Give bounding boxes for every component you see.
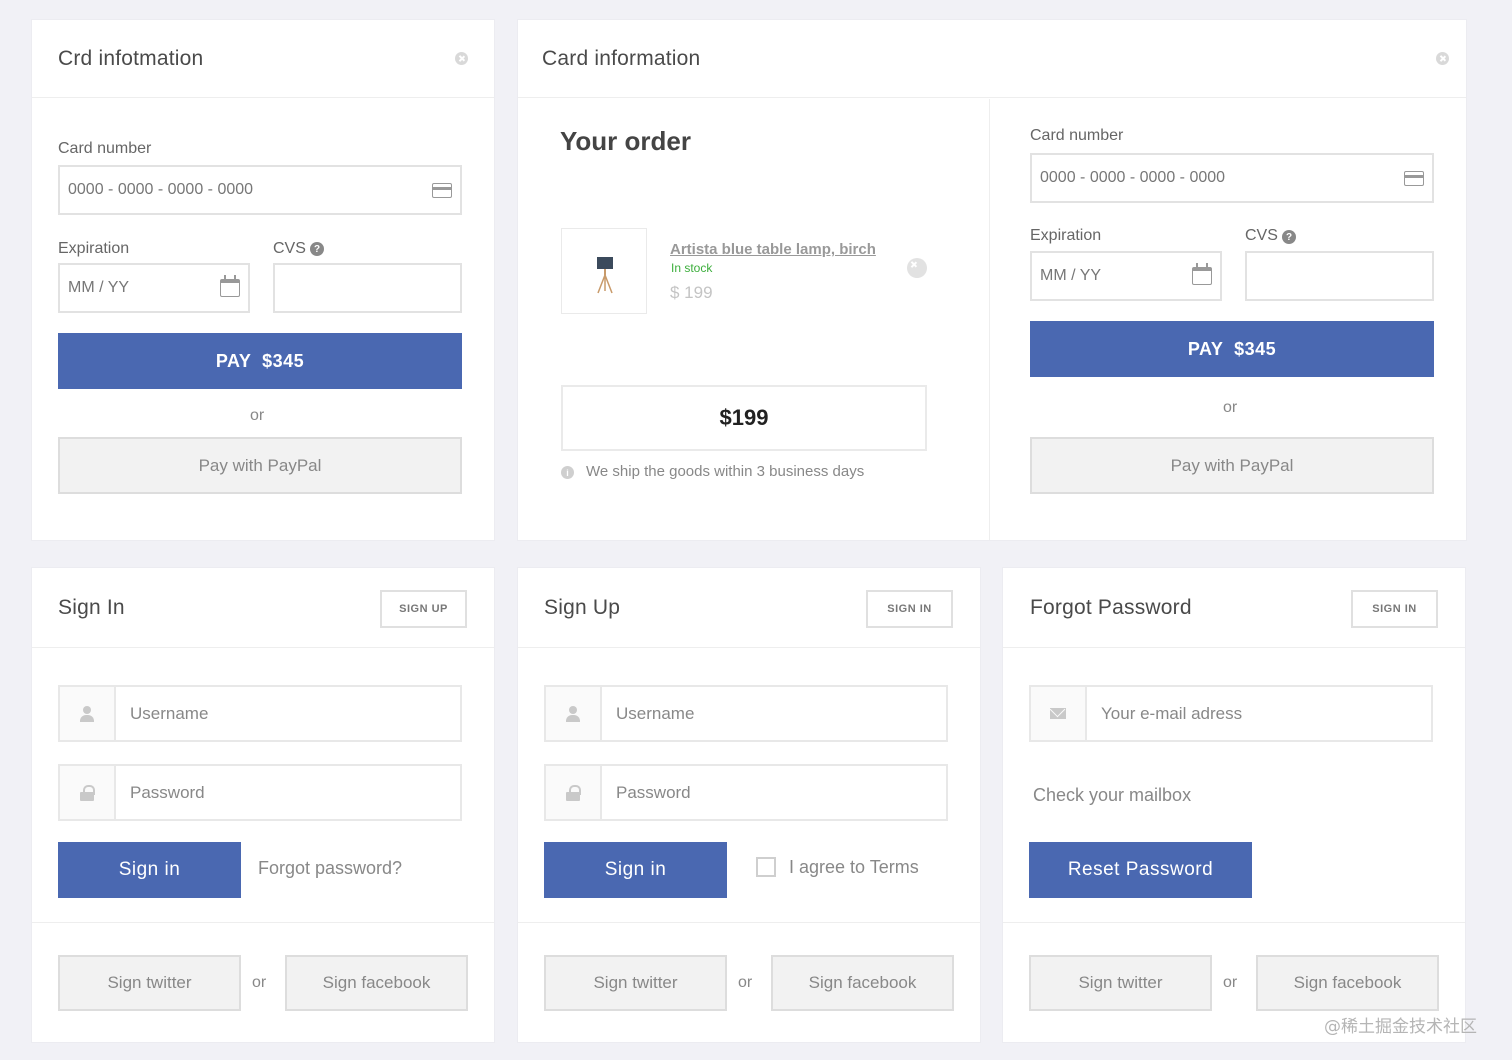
info-icon: i: [561, 466, 574, 479]
calendar-icon[interactable]: [1192, 263, 1212, 285]
pay-button[interactable]: PAY $345: [58, 333, 462, 389]
or-separator: or: [738, 974, 753, 991]
facebook-button[interactable]: Sign facebook: [771, 955, 954, 1011]
icon-cell: [60, 766, 116, 819]
facebook-button[interactable]: Sign facebook: [285, 955, 468, 1011]
cvs-input[interactable]: [273, 263, 462, 313]
or-separator: or: [252, 974, 267, 991]
card-number-placeholder: 0000 - 0000 - 0000 - 0000: [1040, 169, 1226, 186]
mail-icon: [1050, 708, 1066, 719]
sign-in-button[interactable]: Sign in: [544, 842, 727, 898]
product-name-link[interactable]: Artista blue table lamp, birch: [670, 241, 876, 258]
terms-label: I agree to Terms: [789, 857, 919, 877]
expiration-input[interactable]: MM / YY: [58, 263, 250, 313]
icon-cell: [1031, 687, 1087, 740]
panel-title: Sign In: [58, 595, 125, 619]
expiration-input[interactable]: MM / YY: [1030, 251, 1222, 301]
divider: [518, 922, 980, 923]
lock-icon: [80, 784, 95, 801]
card-info-panel-large: Card information Your order Artista blue…: [518, 20, 1466, 540]
credit-card-icon: [1404, 170, 1424, 186]
help-icon[interactable]: ?: [1282, 230, 1296, 244]
twitter-button[interactable]: Sign twitter: [544, 955, 727, 1011]
help-icon[interactable]: ?: [310, 242, 324, 256]
terms-checkbox[interactable]: [756, 857, 776, 877]
product-price: $ 199: [670, 283, 713, 302]
panel-header: Card information: [518, 20, 1466, 98]
panel-title: Forgot Password: [1030, 595, 1192, 619]
expiration-label: Expiration: [58, 240, 130, 257]
password-placeholder: Password: [616, 782, 691, 802]
order-total: $199: [719, 405, 769, 430]
lamp-icon: [597, 257, 613, 294]
lock-icon: [566, 784, 581, 801]
vertical-divider: [989, 99, 990, 540]
password-field[interactable]: Password: [58, 764, 462, 821]
pay-button[interactable]: PAY $345: [1030, 321, 1434, 377]
icon-cell: [60, 687, 116, 740]
panel-header: Crd infotmation: [32, 20, 494, 98]
remove-item-icon[interactable]: [907, 258, 927, 278]
card-number-placeholder: 0000 - 0000 - 0000 - 0000: [68, 181, 254, 198]
divider: [32, 922, 494, 923]
paypal-button[interactable]: Pay with PayPal: [58, 437, 462, 494]
username-placeholder: Username: [130, 703, 209, 723]
panel-title: Crd infotmation: [58, 46, 204, 70]
paypal-button[interactable]: Pay with PayPal: [1030, 437, 1434, 494]
icon-cell: [546, 687, 602, 740]
order-total-box: $199: [561, 385, 927, 451]
forgot-password-panel: Forgot Password SIGN IN Your e-mail adre…: [1003, 568, 1465, 1042]
watermark: @稀土掘金技术社区: [1324, 1017, 1477, 1037]
cvs-label: CVS: [1245, 227, 1278, 244]
shipping-note: We ship the goods within 3 business days: [586, 463, 865, 480]
panel-title: Sign Up: [544, 595, 621, 619]
card-number-label: Card number: [58, 140, 152, 157]
username-field[interactable]: Username: [58, 685, 462, 742]
cvs-input[interactable]: [1245, 251, 1434, 301]
card-number-input[interactable]: 0000 - 0000 - 0000 - 0000: [58, 165, 462, 215]
or-separator: or: [250, 407, 265, 424]
sign-in-switch-button[interactable]: SIGN IN: [1351, 590, 1438, 628]
reset-password-button[interactable]: Reset Password: [1029, 842, 1252, 898]
calendar-icon[interactable]: [220, 275, 240, 297]
product-thumbnail: [561, 228, 647, 314]
sign-up-switch-button[interactable]: SIGN UP: [380, 590, 467, 628]
divider: [1003, 922, 1465, 923]
password-field[interactable]: Password: [544, 764, 948, 821]
panel-title: Card information: [542, 46, 701, 70]
user-icon: [566, 705, 580, 722]
card-info-panel-small: Crd infotmation Card number 0000 - 0000 …: [32, 20, 494, 540]
facebook-button[interactable]: Sign facebook: [1256, 955, 1439, 1011]
user-icon: [80, 705, 94, 722]
expiration-placeholder: MM / YY: [68, 279, 130, 296]
sign-in-button[interactable]: Sign in: [58, 842, 241, 898]
or-separator: or: [1223, 399, 1238, 416]
card-number-input[interactable]: 0000 - 0000 - 0000 - 0000: [1030, 153, 1434, 203]
email-placeholder: Your e-mail adress: [1101, 703, 1243, 723]
check-mailbox-text: Check your mailbox: [1033, 785, 1192, 805]
expiration-label: Expiration: [1030, 227, 1102, 244]
stock-status: In stock: [671, 261, 713, 275]
or-separator: or: [1223, 974, 1238, 991]
forgot-password-link[interactable]: Forgot password?: [258, 858, 402, 879]
username-placeholder: Username: [616, 703, 695, 723]
cvs-label: CVS: [273, 240, 306, 257]
email-field[interactable]: Your e-mail adress: [1029, 685, 1433, 742]
username-field[interactable]: Username: [544, 685, 948, 742]
expiration-placeholder: MM / YY: [1040, 267, 1102, 284]
close-icon[interactable]: [1436, 52, 1449, 65]
twitter-button[interactable]: Sign twitter: [58, 955, 241, 1011]
close-icon[interactable]: [455, 52, 468, 65]
credit-card-icon: [432, 182, 452, 198]
password-placeholder: Password: [130, 782, 205, 802]
twitter-button[interactable]: Sign twitter: [1029, 955, 1212, 1011]
sign-in-panel: Sign In SIGN UP Username Password Sign i…: [32, 568, 494, 1042]
order-heading: Your order: [560, 126, 691, 156]
sign-in-switch-button[interactable]: SIGN IN: [866, 590, 953, 628]
sign-up-panel: Sign Up SIGN IN Username Password Sign i…: [518, 568, 980, 1042]
card-number-label: Card number: [1030, 127, 1124, 144]
icon-cell: [546, 766, 602, 819]
